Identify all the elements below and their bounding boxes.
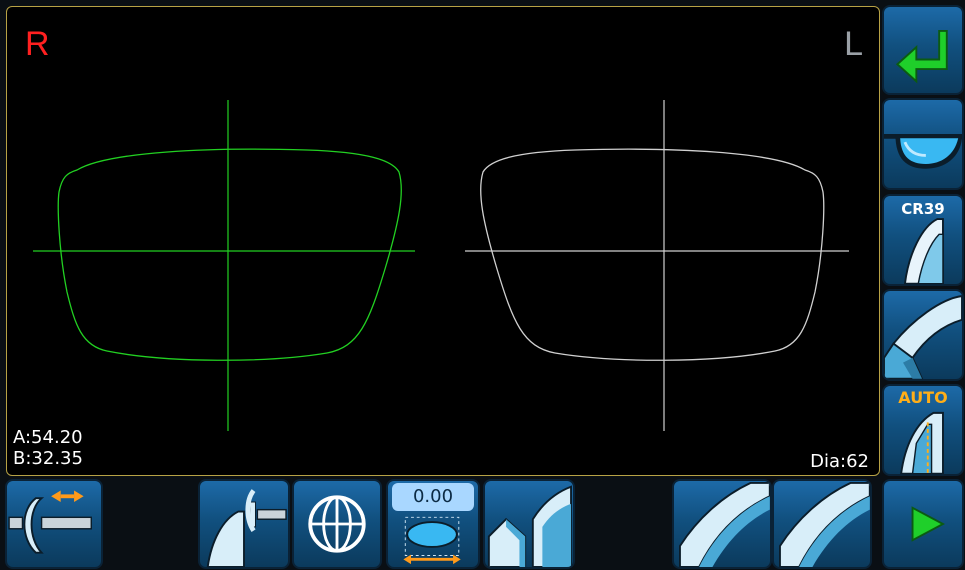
polish-button[interactable] xyxy=(483,479,575,569)
lens-clamp-icon xyxy=(8,490,92,554)
lens-material-icon xyxy=(903,218,944,284)
shape-drawing xyxy=(33,100,849,431)
auto-bevel-icon xyxy=(900,411,944,474)
size-offset-button[interactable]: 0.00 xyxy=(386,479,480,569)
bevel-type-button[interactable] xyxy=(882,289,964,381)
left-lens-outline xyxy=(480,148,825,361)
b-measurement: B:32.35 xyxy=(13,448,83,469)
right-lens-outline xyxy=(57,148,402,361)
play-icon xyxy=(911,506,946,542)
drill-position-icon xyxy=(206,489,287,567)
enter-button[interactable] xyxy=(882,5,964,95)
lens-clamp-button[interactable] xyxy=(5,479,103,569)
a-measurement: A:54.20 xyxy=(13,427,83,448)
centering-target-icon xyxy=(308,495,366,553)
right-lens-shape xyxy=(33,100,415,431)
start-button[interactable] xyxy=(882,479,964,569)
auto-bevel-button[interactable]: AUTO xyxy=(882,384,964,476)
wheel-1-button[interactable] xyxy=(672,479,772,569)
return-arrow-icon xyxy=(895,30,948,84)
lens-material-button[interactable]: CR39 xyxy=(882,194,964,286)
left-lens-shape xyxy=(465,100,849,431)
frame-type-button[interactable] xyxy=(882,98,964,190)
bevel-edge-icon xyxy=(884,295,962,379)
grinding-wheel-icon xyxy=(679,481,770,567)
shape-display: R L A:54.20 B:32.35 Dia:62 xyxy=(6,6,880,476)
grinding-wheel-icon xyxy=(779,481,870,567)
glasses-icon xyxy=(884,134,962,169)
centering-button[interactable] xyxy=(292,479,382,569)
wheel-2-button[interactable] xyxy=(772,479,872,569)
polish-icon xyxy=(487,485,572,567)
diameter-measurement: Dia:62 xyxy=(810,451,869,472)
drill-position-button[interactable] xyxy=(198,479,290,569)
size-offset-icon xyxy=(403,516,461,565)
